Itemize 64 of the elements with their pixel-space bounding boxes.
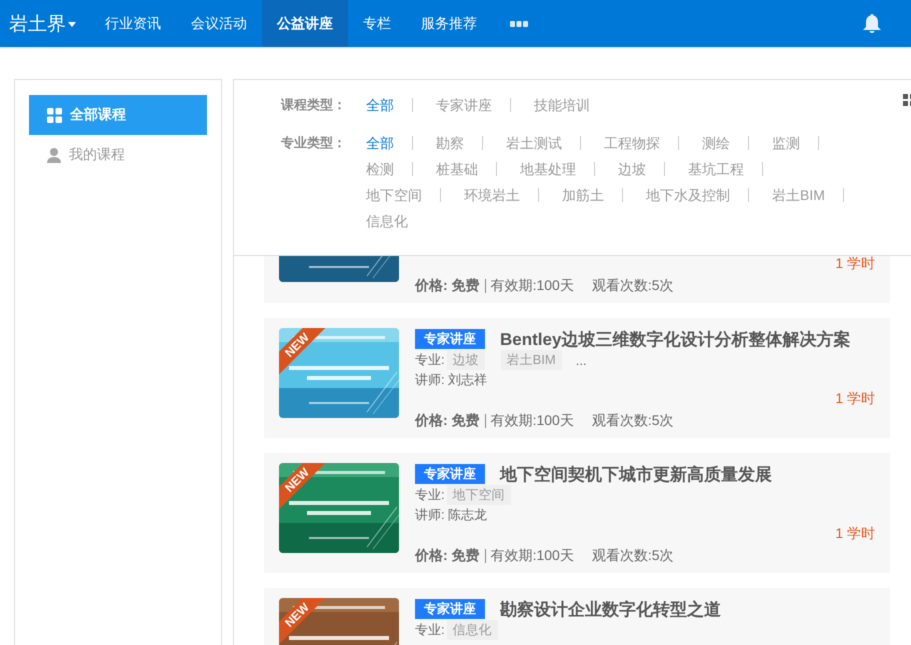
validity-text: 有效期:100天	[490, 547, 574, 565]
filter-option[interactable]: 测绘	[702, 130, 730, 156]
caret-icon	[68, 22, 76, 27]
filter-option[interactable]: 全部	[366, 92, 394, 118]
filter-option[interactable]: 工程物探	[604, 130, 660, 156]
course-type-tag: 专家讲座	[415, 329, 485, 349]
validity-text: 有效期:100天	[490, 412, 574, 430]
filter-option[interactable]: 地下空间	[366, 182, 422, 208]
more-icon[interactable]	[510, 20, 528, 26]
filter-option[interactable]: 岩土BIM	[772, 182, 825, 208]
filter-option[interactable]: 监测	[772, 130, 800, 156]
price-text: 价格: 免费	[415, 277, 480, 295]
course-title[interactable]: 勘察设计企业数字化转型之道	[500, 598, 721, 620]
sidebar-item[interactable]: 我的课程	[29, 135, 207, 175]
filter-option[interactable]: 加筋土	[562, 182, 604, 208]
price-text: 价格: 免费	[415, 412, 480, 430]
credit-hours: 1 学时	[835, 255, 875, 273]
filter-option[interactable]: 检测	[366, 156, 394, 182]
filter-option[interactable]: 桩基础	[436, 156, 478, 182]
validity-text: 有效期:100天	[490, 277, 574, 295]
site-logo[interactable]: 岩土界	[0, 0, 90, 47]
filter-option[interactable]: 环境岩土	[464, 182, 520, 208]
nav-tab[interactable]: 行业资讯	[90, 0, 176, 47]
filter-option[interactable]: 技能培训	[534, 92, 590, 118]
major-label: 专业:	[415, 486, 445, 504]
nav-tab[interactable]: 服务推荐	[406, 0, 492, 47]
filter-option[interactable]: 边坡	[618, 156, 646, 182]
course-type-tag: 专家讲座	[415, 599, 485, 619]
views-text: 观看次数:5次	[592, 547, 674, 565]
nav-tab[interactable]: 专栏	[348, 0, 406, 47]
lecturer-text: 讲师: 刘志祥	[415, 371, 488, 389]
filter-label: 专业类型：	[281, 134, 347, 152]
filter-option[interactable]: 地基处理	[520, 156, 576, 182]
views-text: 观看次数:5次	[592, 412, 674, 430]
person-icon	[47, 148, 61, 162]
more-text: ...	[576, 352, 587, 368]
course-title[interactable]: 地下空间契机下城市更新高质量发展	[500, 462, 772, 486]
price-text: 价格: 免费	[415, 547, 480, 565]
bell-icon[interactable]	[863, 14, 881, 33]
course-type-tag: 专家讲座	[415, 464, 485, 484]
filter-option[interactable]: 专家讲座	[436, 92, 492, 118]
filter-label: 课程类型：	[281, 96, 347, 114]
nav-tab[interactable]: 公益讲座	[262, 0, 348, 47]
lecturer-text: 讲师: 陈志龙	[415, 506, 488, 524]
views-text: 观看次数:5次	[592, 277, 674, 295]
filter-option[interactable]: 基坑工程	[688, 156, 744, 182]
major-tag: 岩土BIM	[500, 350, 562, 370]
filter-option[interactable]: 信息化	[366, 208, 408, 234]
course-title[interactable]: Bentley边坡三维数字化设计分析整体解决方案	[500, 328, 850, 350]
major-tag: 边坡	[446, 350, 485, 370]
filter-option[interactable]: 岩土测试	[506, 130, 562, 156]
major-label: 专业:	[415, 351, 445, 369]
major-label: 专业:	[415, 621, 445, 639]
sidebar-item[interactable]: 全部课程	[29, 95, 207, 135]
filter-option[interactable]: 地下水及控制	[646, 182, 730, 208]
credit-hours: 1 学时	[835, 525, 875, 543]
major-tag: 信息化	[446, 620, 498, 640]
filter-option[interactable]: 全部	[366, 130, 394, 156]
grid-icon	[47, 108, 62, 122]
filter-option[interactable]: 勘察	[436, 130, 464, 156]
course-card[interactable]: 1 学时 价格: 免费 有效期:100天 观看次数:5次	[264, 256, 890, 303]
major-tag: 地下空间	[446, 485, 511, 505]
nav-tab[interactable]: 会议活动	[176, 0, 262, 47]
credit-hours: 1 学时	[835, 390, 875, 408]
